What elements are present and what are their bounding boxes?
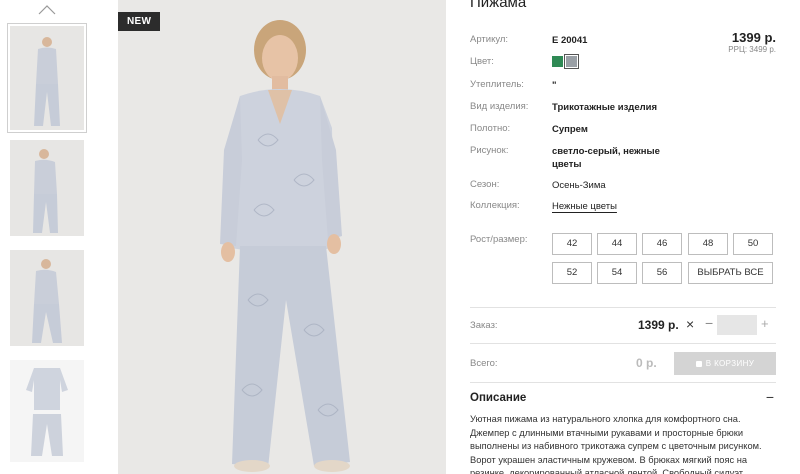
total-value: 0 р. xyxy=(636,356,657,370)
divider xyxy=(470,343,776,344)
product-info: Пижама 1399 р. РРЦ: 3499 р. Артикул: E 2… xyxy=(470,0,776,474)
attr-value: E 20041 xyxy=(552,35,588,46)
product-price: 1399 р. xyxy=(731,30,776,45)
cart-button-label: В КОРЗИНУ xyxy=(705,359,755,368)
attr-label: Рисунок: xyxy=(470,145,509,156)
quantity-minus-button[interactable]: − xyxy=(705,315,713,331)
add-to-cart-button[interactable]: В КОРЗИНУ xyxy=(674,352,776,375)
size-button[interactable]: 46 xyxy=(642,233,682,255)
divider xyxy=(470,307,776,308)
size-button[interactable]: 54 xyxy=(597,262,637,284)
attr-value: Осень-Зима xyxy=(552,180,606,191)
size-button[interactable]: 42 xyxy=(552,233,592,255)
remove-order-icon[interactable]: × xyxy=(686,316,694,332)
size-button[interactable]: 48 xyxy=(688,233,728,255)
cart-icon xyxy=(695,360,702,367)
attr-label: Артикул: xyxy=(470,34,509,45)
order-price: 1399 р. xyxy=(638,318,679,332)
size-button[interactable]: 44 xyxy=(597,233,637,255)
attr-value: светло-серый, нежные цветы xyxy=(552,146,660,170)
thumbnail-gallery xyxy=(7,0,87,474)
size-label: Рост/размер: xyxy=(470,234,528,245)
attr-label: Цвет: xyxy=(470,56,494,67)
attr-label: Полотно: xyxy=(470,123,511,134)
attr-label: Сезон: xyxy=(470,179,500,190)
recommended-price: РРЦ: 3499 р. xyxy=(728,45,776,54)
quantity-input[interactable] xyxy=(717,315,757,335)
collection-link[interactable]: Нежные цветы xyxy=(552,200,672,213)
thumbnail-4[interactable] xyxy=(10,360,84,462)
description-collapse-icon[interactable]: − xyxy=(766,389,774,405)
color-swatch-grey[interactable] xyxy=(564,54,579,69)
attr-value: Трикотажные изделия xyxy=(552,102,658,113)
select-all-sizes-button[interactable]: ВЫБРАТЬ ВСЕ xyxy=(688,262,773,284)
attr-value: Супрем xyxy=(552,124,588,135)
thumbnail-2[interactable] xyxy=(10,140,84,236)
product-title: Пижама xyxy=(470,0,527,11)
attr-color: Цвет: xyxy=(470,54,690,70)
thumbnail-3[interactable] xyxy=(10,250,84,346)
attr-label: Вид изделия: xyxy=(470,101,529,112)
total-label: Всего: xyxy=(470,358,498,369)
size-button[interactable]: 50 xyxy=(733,233,773,255)
attr-value: " xyxy=(552,80,557,91)
divider xyxy=(470,382,776,383)
chevron-up-icon[interactable] xyxy=(38,4,56,16)
quantity-plus-button[interactable]: + xyxy=(761,316,769,331)
attr-label: Утеплитель: xyxy=(470,79,524,90)
thumbnail-1[interactable] xyxy=(7,23,87,133)
main-product-photo[interactable] xyxy=(118,0,446,474)
description-heading: Описание xyxy=(470,392,527,404)
attr-label: Коллекция: xyxy=(470,200,520,211)
description-text: Уютная пижама из натурального хлопка для… xyxy=(470,414,762,474)
color-swatch-green[interactable] xyxy=(552,56,563,67)
size-button[interactable]: 56 xyxy=(642,262,682,284)
new-badge: NEW xyxy=(118,12,161,31)
order-label: Заказ: xyxy=(470,320,498,331)
size-button[interactable]: 52 xyxy=(552,262,592,284)
